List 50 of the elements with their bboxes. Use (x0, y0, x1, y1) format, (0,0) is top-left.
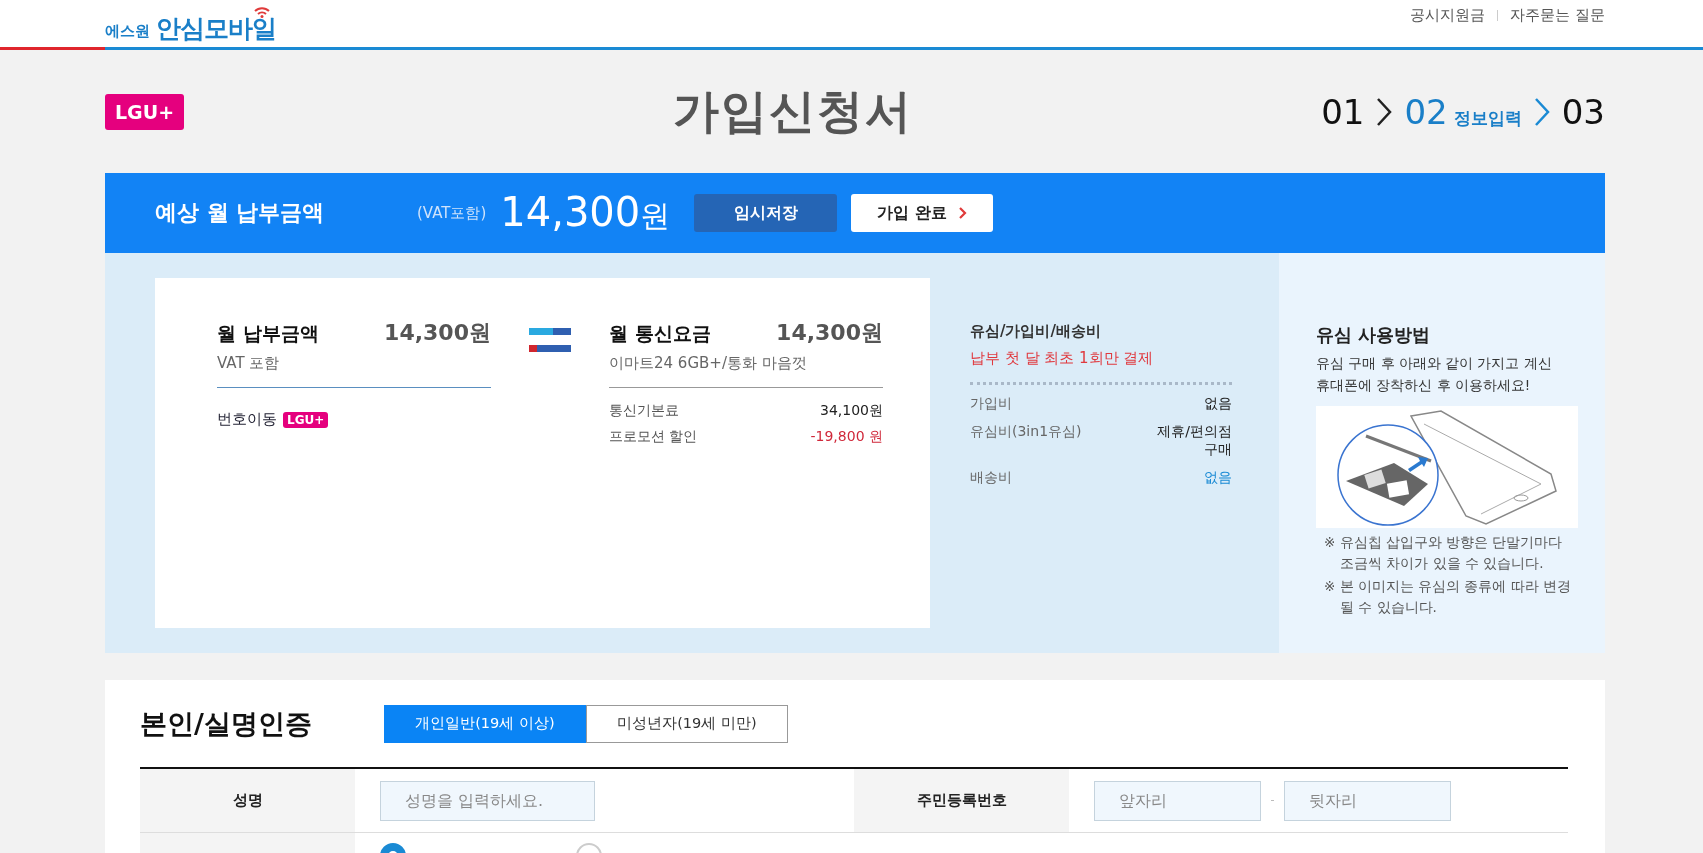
fees-notice: 납부 첫 달 최초 1회만 결제 (970, 349, 1155, 368)
charge-value: 34,100원 (820, 402, 883, 420)
tab[interactable]: 미성년자(19세 미만) (585, 704, 788, 743)
id-back-field[interactable]: 뒷자리 (1284, 780, 1451, 821)
name-field[interactable]: 성명을 입력하세요. (380, 780, 595, 821)
section-title: 본인/실명인증 (140, 706, 312, 741)
id-front-field[interactable]: 앞자리 (1094, 780, 1261, 821)
field-label: 성명 (140, 769, 355, 832)
section-title: 월 통신요금 (609, 321, 711, 346)
total-amount: 14,300원 (500, 189, 671, 237)
guide-title: 유심 사용방법 (1316, 323, 1432, 347)
amount-text: 14,300원 (384, 319, 491, 347)
fee-label: 유심비(3in1유심) (970, 423, 1082, 441)
charge-label: 프로모션 할인 (609, 428, 698, 446)
guide-note: ※ 본 이미지는 유심의 종류에 따라 변경 될 수 있습니다. (1324, 577, 1573, 617)
header-link[interactable]: 공시지원금 (1410, 6, 1486, 25)
submit-button[interactable]: 가입 완료 (851, 194, 994, 232)
step-indicator: 02 정보입력 (1404, 91, 1522, 132)
step-indicator: 01 (1321, 91, 1365, 132)
vat-note: VAT 포함 (217, 354, 281, 373)
field-label: 주민등록번호 (854, 769, 1069, 832)
carrier-badge: LGU+ (283, 411, 329, 428)
save-button[interactable]: 임시저장 (694, 194, 838, 232)
header-link[interactable]: 자주묻는 질문 (1510, 6, 1605, 25)
guide-note: ※ 유심칩 삽입구와 방향은 단말기마다 조금씩 차이가 있을 수 있습니다. (1324, 533, 1564, 574)
wifi-icon (254, 6, 270, 18)
logo-subtext: 에스원 (105, 22, 150, 41)
fees-title: 유심/가입비/배송비 (970, 322, 1102, 341)
fee-value: 제휴/편의점 구매 (1156, 423, 1232, 459)
summary-label: 예상 월 납부금액 (155, 199, 326, 227)
vat-note: (VAT포함) (417, 203, 487, 223)
transfer-label: 번호이동 (217, 410, 277, 429)
fee-label: 가입비 (970, 395, 1012, 413)
section-title: 월 납부금액 (217, 321, 319, 346)
charge-value: -19,800 원 (810, 428, 883, 446)
chevron-icon (959, 207, 967, 219)
fee-label: 배송비 (970, 469, 1012, 487)
amount-text: 14,300원 (776, 319, 883, 347)
chevron-icon (1376, 96, 1393, 127)
equals-icon (529, 326, 571, 354)
plan-name: 이마트24 6GB+/통화 마음껏 (609, 354, 808, 373)
step-indicator: 03 (1561, 91, 1605, 132)
charge-label: 통신기본료 (609, 402, 679, 420)
tab[interactable]: 개인일반(19세 이상) (383, 704, 586, 743)
chevron-icon (1533, 96, 1550, 127)
fee-value: 없음 (1203, 395, 1232, 413)
logo-text[interactable]: 안심모바일 (156, 16, 276, 41)
carrier-badge: LGU+ (105, 93, 185, 130)
guide-description: 유심 구매 후 아래와 같이 가지고 계신 휴대폰에 장착하신 후 이용하세요! (1316, 354, 1553, 395)
page-title: 가입신청서 (672, 82, 913, 140)
